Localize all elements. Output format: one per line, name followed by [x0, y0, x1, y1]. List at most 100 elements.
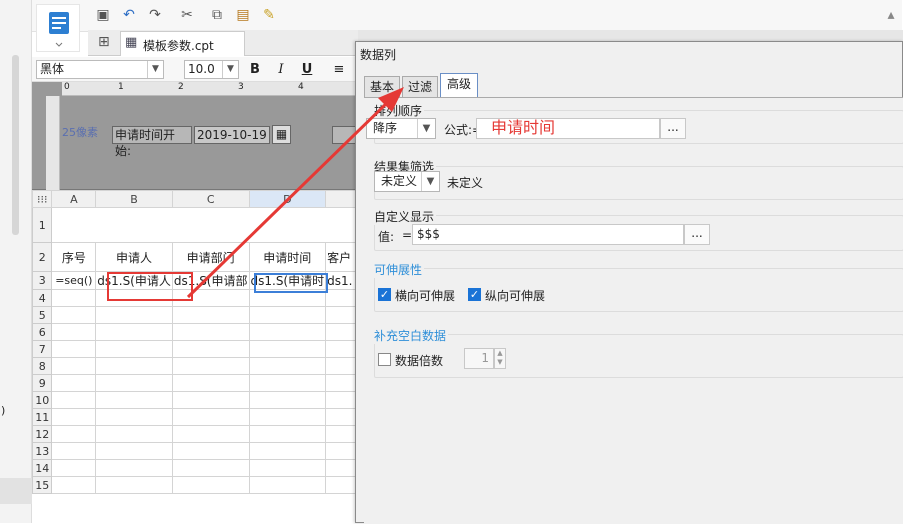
ruler-mark: 3 — [238, 82, 244, 92]
row-header[interactable]: 8 — [32, 357, 53, 375]
custom-display-label: 自定义显示 — [374, 208, 437, 225]
fill-group — [374, 334, 903, 378]
selected-cell-outline — [254, 273, 328, 293]
horizontal-expand-checkbox[interactable]: ✓ — [378, 288, 391, 301]
row-header[interactable]: 2 — [32, 242, 53, 272]
tab-filter[interactable]: 过滤 — [402, 76, 438, 97]
select-all-corner[interactable]: ⁝⁝⁝ — [32, 190, 53, 208]
dialog-title: 数据列 — [360, 48, 397, 62]
sort-order-value: 降序 — [373, 121, 398, 135]
sort-group-label: 排列顺序 — [374, 102, 425, 119]
vertical-expand-checkbox[interactable]: ✓ — [468, 288, 481, 301]
table-cell[interactable]: 客户 — [325, 242, 358, 272]
row-header[interactable]: 14 — [32, 459, 53, 477]
table-cell[interactable]: 申请人 — [95, 242, 173, 272]
chevron-down-icon: ▼ — [417, 119, 435, 138]
annotation-highlight — [107, 272, 193, 301]
vertical-expand-label: 纵向可伸展 — [485, 289, 546, 303]
paste-icon[interactable]: ▤ — [234, 6, 252, 24]
advanced-panel: 排列顺序 降序 ▼ 公式:= 申请时间 ... 结果集筛选 未定义 ▼ 未定义 … — [364, 97, 903, 524]
row-header[interactable]: 7 — [32, 340, 53, 358]
chevron-down-icon: ▼ — [147, 61, 163, 78]
sort-order-select[interactable]: 降序 ▼ — [366, 118, 436, 139]
column-header[interactable] — [325, 190, 358, 208]
font-size-value: 10.0 — [188, 62, 215, 76]
row-header[interactable]: 13 — [32, 442, 53, 460]
table-cell[interactable]: 申请部门 — [171, 242, 250, 272]
copy-icon[interactable]: ⧉ — [208, 6, 226, 24]
document-tab-bar: ⊞ ▦ 模板参数.cpt — [88, 30, 358, 56]
merged-title-cell[interactable] — [51, 207, 358, 243]
format-painter-icon[interactable]: ✎ — [260, 6, 278, 24]
row-header[interactable]: 1 — [32, 207, 53, 243]
redo-icon[interactable]: ↷ — [146, 6, 164, 24]
start-date-label: 申请时间开始: — [112, 126, 192, 158]
tab-basic[interactable]: 基本 — [364, 76, 400, 97]
main-toolbar: ▣ ↶ ↷ ✂ ⧉ ▤ ✎ ▴ — [32, 0, 902, 32]
truncated-text: ) — [1, 404, 6, 417]
row-header[interactable]: 12 — [32, 425, 53, 443]
chevron-down-icon: ▼ — [421, 172, 439, 191]
table-cell[interactable]: 申请时间 — [248, 242, 327, 272]
data-multiple-checkbox[interactable] — [378, 353, 391, 366]
vertical-scrollbar[interactable] — [12, 55, 19, 235]
horizontal-ruler: 0 1 2 3 4 — [62, 82, 358, 96]
data-multiple-label: 数据倍数 — [395, 354, 444, 368]
ruler-mark: 0 — [64, 82, 70, 92]
tab-label: 模板参数.cpt — [143, 39, 214, 53]
data-multiple-input[interactable]: 1 — [464, 348, 494, 369]
spreadsheet-grid[interactable]: ⁝⁝⁝ A B C D 1 2 序号 申请人 申请部门 申请时间 客户 3 =s… — [32, 190, 358, 523]
bold-button[interactable]: B — [246, 61, 264, 79]
filter-select[interactable]: 未定义 ▼ — [374, 171, 440, 192]
ruler-mark: 4 — [298, 82, 304, 92]
pixel-label: 25像素 — [62, 126, 98, 139]
left-bottom-panel — [0, 478, 32, 504]
italic-button[interactable]: I — [272, 61, 290, 79]
column-header[interactable]: B — [95, 190, 173, 208]
formula-edit-button[interactable]: ... — [660, 118, 686, 139]
parameter-panel: 0 1 2 3 4 25像素 申请时间开始: 2019-10-19 ▦ — [32, 82, 358, 190]
data-column-dialog: 数据列 基本 过滤 高级 排列顺序 降序 ▼ 公式:= 申请时间 ... 结果集… — [355, 41, 903, 524]
ruler-mark: 1 — [118, 82, 124, 92]
spinner-arrows-icon[interactable]: ▲ ▼ — [494, 348, 506, 369]
vertical-ruler — [46, 96, 60, 190]
table-cell[interactable]: ds1. — [325, 271, 358, 290]
column-header[interactable]: A — [51, 190, 97, 208]
row-header[interactable]: 15 — [32, 476, 53, 494]
horizontal-expand-label: 横向可伸展 — [395, 289, 456, 303]
tab-advanced[interactable]: 高级 — [440, 73, 478, 98]
table-cell[interactable]: =seq() — [51, 271, 97, 290]
formula-input[interactable]: 申请时间 — [476, 118, 660, 139]
custom-value-input[interactable]: $$$ — [412, 224, 684, 245]
save-icon[interactable]: ▣ — [94, 6, 112, 24]
cut-icon[interactable]: ✂ — [178, 6, 196, 24]
align-left-icon[interactable]: ≡ — [330, 61, 348, 79]
row-header[interactable]: 11 — [32, 408, 53, 426]
filter-text: 未定义 — [447, 176, 484, 190]
row-header[interactable]: 3 — [32, 271, 53, 290]
value-label: 值: — [378, 230, 395, 244]
column-header[interactable]: C — [171, 190, 250, 208]
font-family-select[interactable]: 黑体 ▼ — [36, 60, 164, 79]
chevron-down-icon: ▼ — [222, 61, 238, 78]
scroll-up-icon[interactable]: ▴ — [882, 6, 900, 24]
row-header[interactable]: 4 — [32, 289, 53, 307]
row-header[interactable]: 5 — [32, 306, 53, 324]
fill-group-label: 补充空白数据 — [374, 327, 449, 344]
calendar-icon[interactable]: ▦ — [272, 125, 291, 144]
row-header[interactable]: 6 — [32, 323, 53, 341]
row-header[interactable]: 9 — [32, 374, 53, 392]
underline-button[interactable]: U — [298, 61, 316, 79]
expand-group-label: 可伸展性 — [374, 261, 425, 278]
font-size-select[interactable]: 10.0 ▼ — [184, 60, 239, 79]
undo-icon[interactable]: ↶ — [120, 6, 138, 24]
row-header[interactable]: 10 — [32, 391, 53, 409]
template-button[interactable] — [36, 4, 80, 52]
tab-template-params[interactable]: ▦ 模板参数.cpt — [120, 31, 245, 56]
custom-value-edit-button[interactable]: ... — [684, 224, 710, 245]
column-header[interactable]: D — [248, 190, 327, 208]
grid-icon[interactable]: ⊞ — [98, 34, 110, 50]
table-cell[interactable]: 序号 — [51, 242, 97, 272]
start-date-input[interactable]: 2019-10-19 — [194, 126, 270, 144]
font-toolbar: 黑体 ▼ 10.0 ▼ B I U ≡ — [32, 57, 358, 82]
